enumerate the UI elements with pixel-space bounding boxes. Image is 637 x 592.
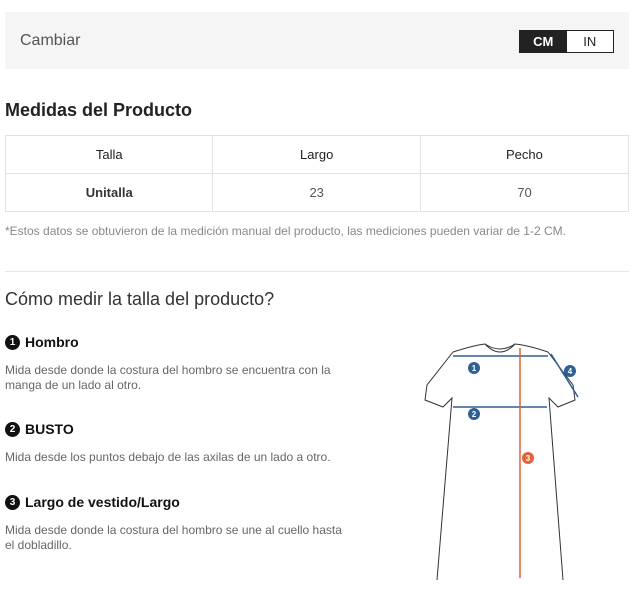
garment-measurement-diagram: 1 2 3 4 — [424, 343, 579, 580]
measure-item-largo: 3 Largo de vestido/Largo Mida desde dond… — [5, 494, 345, 553]
marker-4-icon: 4 — [564, 365, 576, 377]
svg-text:4: 4 — [568, 367, 573, 376]
column-header-talla: Talla — [4, 135, 214, 174]
measure-item-title: Hombro — [25, 334, 79, 350]
measure-item-title: BUSTO — [25, 421, 74, 437]
measure-item-desc: Mida desde donde la costura del hombro s… — [5, 523, 342, 552]
measure-item-desc: Mida desde donde la costura del hombro s… — [5, 363, 331, 392]
measurements-title: Medidas del Producto — [5, 100, 193, 120]
divider — [5, 271, 629, 272]
cell-pecho: 70 — [419, 173, 630, 212]
unit-option-cm[interactable]: CM — [520, 31, 567, 52]
table-header-row: Talla Largo Pecho — [4, 135, 630, 174]
svg-text:2: 2 — [472, 410, 477, 419]
column-header-pecho: Pecho — [419, 135, 630, 174]
dress-outline — [424, 343, 576, 580]
svg-text:1: 1 — [472, 364, 477, 373]
cell-size: Unitalla — [4, 173, 214, 212]
measure-item-title: Largo de vestido/Largo — [25, 494, 180, 510]
measure-item-hombro: 1 Hombro Mida desde donde la costura del… — [5, 334, 345, 393]
size-table: Talla Largo Pecho Unitalla 23 70 — [4, 135, 630, 212]
table-row: Unitalla 23 70 — [4, 173, 630, 212]
unit-switch-label: Cambiar — [20, 32, 81, 49]
number-2-icon: 2 — [5, 421, 20, 437]
marker-2-icon: 2 — [468, 408, 480, 420]
marker-3-icon: 3 — [522, 452, 534, 464]
unit-option-in[interactable]: IN — [566, 31, 613, 52]
marker-1-icon: 1 — [468, 362, 480, 374]
column-header-largo: Largo — [212, 135, 421, 174]
measurement-note: *Estos datos se obtuvieron de la medició… — [5, 224, 566, 238]
measure-item-busto: 2 BUSTO Mida desde los puntos debajo de … — [5, 421, 345, 465]
measure-item-desc: Mida desde los puntos debajo de las axil… — [5, 450, 331, 464]
number-1-icon: 1 — [5, 334, 20, 350]
svg-text:3: 3 — [526, 454, 531, 463]
cell-largo: 23 — [212, 173, 421, 212]
number-3-icon: 3 — [5, 494, 20, 510]
unit-switch-bar: Cambiar CM IN — [5, 12, 629, 69]
how-to-title: Cómo medir la talla del producto? — [5, 289, 275, 309]
unit-toggle: CM IN — [519, 30, 614, 53]
